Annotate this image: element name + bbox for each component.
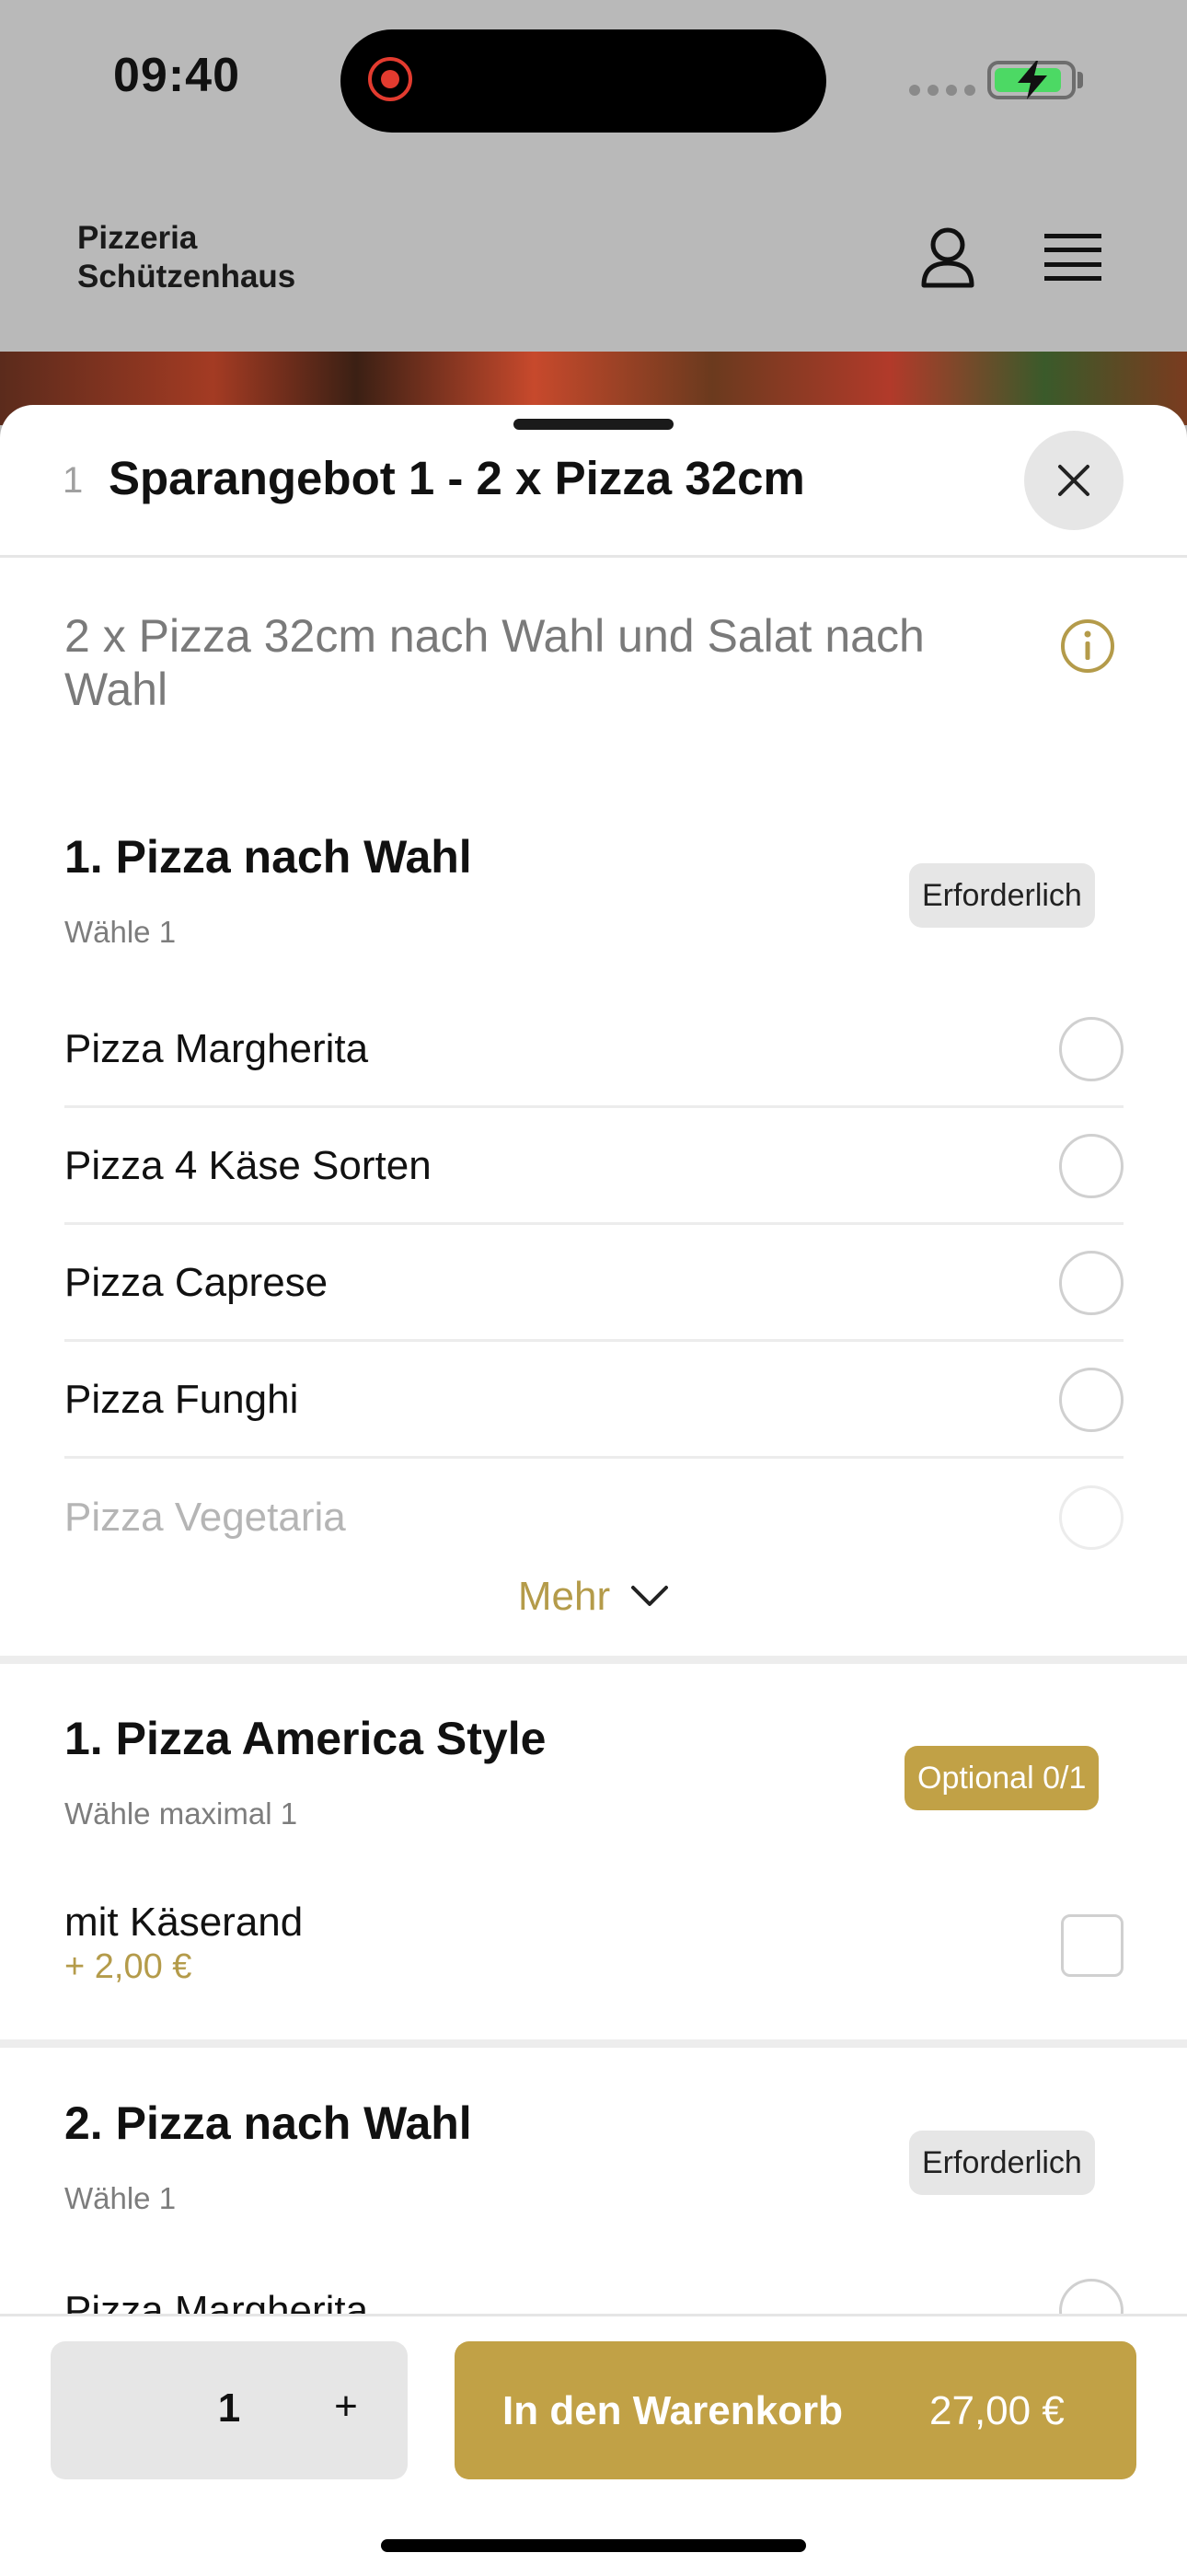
home-indicator[interactable] — [381, 2539, 806, 2552]
chevron-down-icon — [631, 1586, 669, 1606]
section-3-subtitle: Wähle 1 — [64, 2181, 177, 2215]
cart-total-price: 27,00 € — [929, 2388, 1065, 2433]
radio-button[interactable] — [1059, 1367, 1124, 1432]
optional-badge: Optional 0/1 — [905, 1746, 1100, 1810]
quantity-increase-button[interactable]: + — [320, 2374, 372, 2439]
radio-button[interactable] — [1059, 1016, 1124, 1081]
product-description: 2 x Pizza 32cm nach Wahl und Salat nach … — [64, 610, 925, 715]
title-divider — [0, 555, 1187, 558]
close-icon — [1058, 465, 1089, 496]
option-label: Pizza Margherita — [64, 1025, 369, 1071]
menu-hamburger-icon[interactable] — [1043, 232, 1103, 283]
user-account-icon[interactable] — [918, 225, 977, 291]
option-label: Pizza Funghi — [64, 1376, 299, 1422]
brand-line-1: Pizzeria — [77, 220, 198, 256]
section-2-title: 1. Pizza America Style — [64, 1713, 547, 1764]
radio-button[interactable] — [1059, 1250, 1124, 1315]
option-row[interactable]: Pizza 4 Käse Sorten — [64, 1109, 1124, 1225]
brand-line-2: Schützenhaus — [77, 259, 296, 295]
info-icon[interactable] — [1059, 618, 1116, 675]
section-2-subtitle: Wähle maximal 1 — [64, 1796, 298, 1831]
charging-bolt-icon — [1018, 61, 1047, 99]
product-index: 1 — [63, 460, 84, 501]
show-more-button[interactable]: Mehr — [0, 1574, 1187, 1620]
sheet-grabber[interactable] — [513, 419, 674, 430]
product-title: Sparangebot 1 - 2 x Pizza 32cm — [109, 452, 805, 504]
recording-indicator-icon — [368, 57, 412, 101]
section-separator — [0, 2039, 1187, 2048]
section-separator — [0, 1656, 1187, 1664]
restaurant-brand[interactable]: Pizzeria Schützenhaus — [77, 219, 295, 296]
option-price: + 2,00 € — [64, 1947, 192, 1986]
option-row[interactable]: Pizza Caprese — [64, 1226, 1124, 1342]
checkbox[interactable] — [1061, 1914, 1124, 1977]
option-label: mit Käserand — [64, 1900, 304, 1945]
required-badge: Erforderlich — [909, 863, 1095, 928]
section-1-title: 1. Pizza nach Wahl — [64, 831, 472, 883]
option-row[interactable]: Pizza Funghi — [64, 1343, 1124, 1459]
required-badge: Erforderlich — [909, 2131, 1095, 2195]
option-label: Pizza Caprese — [64, 1259, 328, 1305]
option-label: Pizza Vegetaria — [64, 1495, 346, 1540]
option-row[interactable]: Pizza Vegetaria — [64, 1460, 1124, 1576]
section-3-title: 2. Pizza nach Wahl — [64, 2097, 472, 2149]
option-row[interactable]: Pizza Margherita — [64, 992, 1124, 1108]
section-1-subtitle: Wähle 1 — [64, 915, 177, 949]
option-row[interactable]: mit Käserand + 2,00 € — [64, 1896, 1124, 1997]
dynamic-island — [340, 29, 826, 133]
close-button[interactable] — [1024, 431, 1124, 530]
cellular-signal-icon — [909, 85, 975, 96]
add-to-cart-label: In den Warenkorb — [502, 2388, 843, 2433]
battery-cap — [1078, 72, 1083, 88]
option-label: Pizza 4 Käse Sorten — [64, 1142, 432, 1188]
status-time: 09:40 — [113, 49, 240, 102]
radio-button[interactable] — [1059, 1485, 1124, 1550]
radio-button[interactable] — [1059, 1133, 1124, 1198]
show-more-label: Mehr — [517, 1574, 611, 1619]
